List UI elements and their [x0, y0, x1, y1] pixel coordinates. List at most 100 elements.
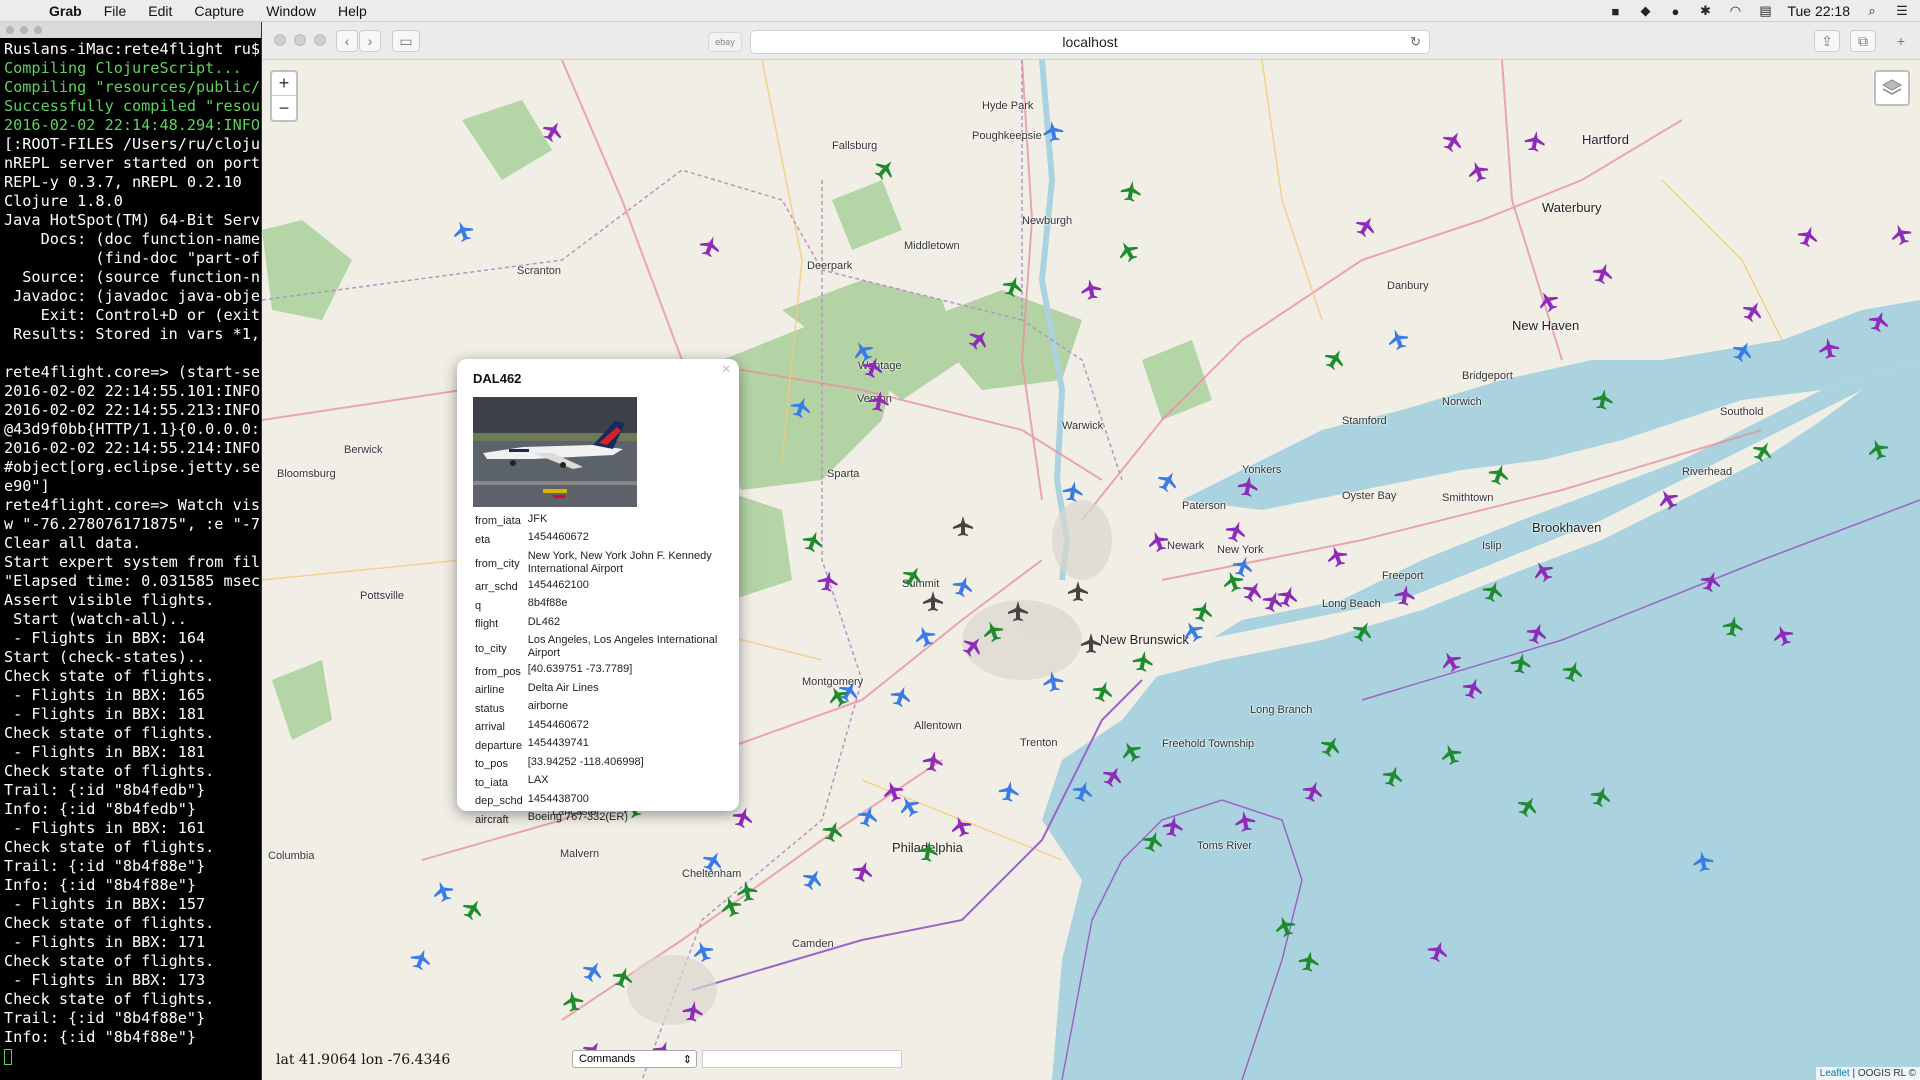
aircraft-marker-icon[interactable]: [866, 388, 891, 413]
detail-key: to_pos: [475, 758, 509, 770]
window-minimize-button[interactable]: [294, 34, 306, 46]
flight-detail-row: airline Delta Air Lines: [473, 680, 723, 699]
terminal-zoom-button[interactable]: [34, 26, 42, 34]
dropbox-icon[interactable]: ◆: [1637, 3, 1653, 19]
browser-window: ‹ › ▭ ebay localhost ↻ ⇪ ⧉ + Poughkeepsi…: [262, 22, 1920, 1080]
popup-close-button[interactable]: ×: [722, 361, 731, 379]
menu-window[interactable]: Window: [255, 0, 327, 22]
new-tab-button[interactable]: +: [1890, 30, 1912, 52]
detail-value: JFK: [527, 512, 548, 525]
terminal-line: Docs: (doc function-name-: [4, 230, 262, 248]
telegram-icon[interactable]: ●: [1667, 3, 1683, 19]
place-label: Trenton: [1020, 737, 1058, 749]
command-input[interactable]: [702, 1050, 902, 1068]
bluetooth-icon[interactable]: ✱: [1697, 3, 1713, 19]
menu-edit[interactable]: Edit: [137, 0, 183, 22]
terminal-line: Results: Stored in vars *1,: [4, 325, 261, 343]
back-button[interactable]: ‹: [336, 30, 358, 52]
detail-value: DL462: [527, 615, 561, 628]
menu-help[interactable]: Help: [327, 0, 378, 22]
aircraft-marker-icon[interactable]: [1720, 613, 1745, 638]
menubar-clock[interactable]: Tue 22:18: [1787, 3, 1850, 19]
tabs-overview-icon[interactable]: ⧉: [1850, 30, 1876, 52]
aircraft-marker-icon[interactable]: [915, 838, 940, 863]
window-close-button[interactable]: [274, 34, 286, 46]
aircraft-marker-icon[interactable]: [1522, 128, 1547, 153]
evernote-icon[interactable]: ■: [1607, 3, 1623, 19]
aircraft-marker-icon[interactable]: [1508, 650, 1533, 675]
menu-capture[interactable]: Capture: [183, 0, 255, 22]
aircraft-photo: [473, 397, 637, 507]
place-label: Malvern: [560, 848, 600, 860]
place-label: Berwick: [344, 444, 383, 456]
terminal-line: - Flights in BBX: 173: [4, 971, 206, 989]
aircraft-marker-icon[interactable]: [1007, 600, 1029, 622]
place-label: Sparta: [827, 468, 860, 480]
aircraft-marker-icon[interactable]: [1235, 473, 1260, 498]
aircraft-marker-icon[interactable]: [815, 568, 840, 593]
share-icon[interactable]: ⇪: [1814, 30, 1840, 52]
window-zoom-button[interactable]: [314, 34, 326, 46]
aircraft-marker-icon[interactable]: [1067, 580, 1089, 602]
detail-value: Boeing 767-332(ER): [527, 811, 629, 823]
terminal-line: 2016-02-02 22:14:55.101:INFO:: [4, 382, 262, 400]
place-label: Toms River: [1197, 840, 1253, 852]
detail-value: airborne: [527, 700, 569, 712]
aircraft-marker-icon[interactable]: [1040, 118, 1065, 143]
aircraft-marker-icon[interactable]: [1296, 948, 1321, 973]
menu-app[interactable]: Grab: [38, 0, 93, 22]
aircraft-marker-icon[interactable]: [952, 515, 974, 537]
spotlight-search-icon[interactable]: ⌕: [1864, 3, 1880, 19]
terminal-cursor[interactable]: [4, 1047, 261, 1066]
aircraft-marker-icon[interactable]: [1392, 582, 1417, 607]
aircraft-marker-icon[interactable]: [1118, 178, 1143, 203]
aircraft-marker-icon[interactable]: [1080, 632, 1102, 654]
aircraft-marker-icon[interactable]: [922, 590, 944, 612]
leaflet-link[interactable]: Leaflet: [1820, 1068, 1850, 1079]
detail-key: to_city: [475, 642, 507, 655]
detail-key: arrival: [475, 721, 505, 733]
place-label: Fallsburg: [832, 140, 878, 152]
detail-key: from_city: [475, 558, 520, 570]
favorite-ebay[interactable]: ebay: [708, 32, 742, 52]
layers-control-icon[interactable]: [1874, 70, 1910, 106]
terminal-minimize-button[interactable]: [20, 26, 28, 34]
flight-detail-row: arrival 1454460672: [473, 717, 723, 736]
address-bar[interactable]: localhost ↻: [750, 30, 1430, 54]
menu-file[interactable]: File: [93, 0, 138, 22]
browser-toolbar: ‹ › ▭ ebay localhost ↻ ⇪ ⧉ +: [262, 22, 1920, 60]
aircraft-marker-icon[interactable]: [996, 778, 1021, 803]
place-label: Long Beach: [1322, 598, 1381, 610]
terminal-close-button[interactable]: [6, 26, 14, 34]
flight-detail-row: to_pos [33.94252 -118.406998]: [473, 754, 723, 773]
forward-button[interactable]: ›: [359, 30, 381, 52]
aircraft-marker-icon[interactable]: [1040, 668, 1065, 693]
aircraft-marker-icon[interactable]: [1060, 478, 1085, 503]
aircraft-marker-icon[interactable]: [680, 998, 705, 1023]
reload-icon[interactable]: ↻: [1410, 34, 1421, 50]
aircraft-marker-icon[interactable]: [1690, 848, 1715, 873]
place-label: Hyde Park: [982, 100, 1034, 112]
commands-select[interactable]: Commands ⇕: [572, 1050, 697, 1068]
zoom-in-button[interactable]: +: [272, 72, 296, 96]
flag-icon[interactable]: ▤: [1757, 3, 1773, 19]
wifi-icon[interactable]: ◠: [1727, 3, 1743, 19]
aircraft-marker-icon[interactable]: [920, 748, 945, 773]
aircraft-marker-icon[interactable]: [1590, 386, 1615, 411]
detail-key: departure: [475, 739, 523, 752]
aircraft-marker-icon[interactable]: [1130, 648, 1155, 673]
sidebar-toggle-icon[interactable]: ▭: [392, 30, 420, 52]
flight-detail-row: from_iata JFK: [473, 511, 723, 530]
terminal-window[interactable]: Ruslans-iMac:rete4flight ru$ Compiling Cl…: [0, 22, 262, 1080]
place-label: Stamford: [1342, 415, 1387, 427]
aircraft-marker-icon[interactable]: [1232, 808, 1257, 833]
zoom-out-button[interactable]: −: [272, 96, 296, 120]
notification-center-icon[interactable]: ☰: [1894, 3, 1910, 19]
place-label: Newark: [1167, 540, 1205, 552]
aircraft-marker-icon[interactable]: [1078, 276, 1103, 301]
aircraft-marker-icon[interactable]: [560, 988, 585, 1013]
flight-map[interactable]: Poughkeepsie Hyde Park Fallsburg Warwick…: [262, 60, 1920, 1080]
aircraft-marker-icon[interactable]: [1816, 335, 1841, 360]
aircraft-marker-icon[interactable]: [734, 878, 759, 903]
aircraft-marker-icon[interactable]: [1160, 813, 1185, 838]
